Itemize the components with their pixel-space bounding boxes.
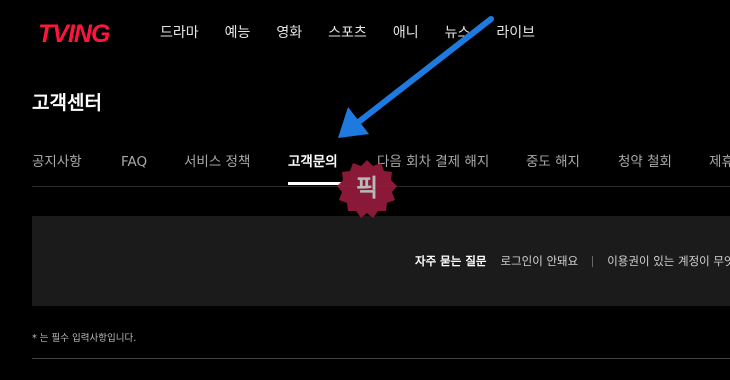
faq-panel: 자주 묻는 질문 로그인이 안돼요 이용권이 있는 계정이 무엇 bbox=[32, 216, 730, 306]
tab-midterm-cancel[interactable]: 중도 해지 bbox=[526, 152, 580, 172]
nav-item-sports[interactable]: 스포츠 bbox=[328, 23, 367, 43]
nav-item-live[interactable]: 라이브 bbox=[496, 23, 535, 43]
main-nav: 드라마 예능 영화 스포츠 애니 뉴스 라이브 bbox=[160, 23, 561, 43]
tab-inquiry[interactable]: 고객문의 bbox=[288, 152, 338, 172]
top-navigation-bar: TVING 드라마 예능 영화 스포츠 애니 뉴스 라이브 bbox=[0, 0, 730, 64]
watermark-badge: 픽 bbox=[336, 158, 398, 220]
page-title: 고객센터 bbox=[32, 92, 102, 114]
faq-label: 자주 묻는 질문 bbox=[415, 254, 487, 268]
form-divider bbox=[32, 358, 730, 359]
tving-logo[interactable]: TVING bbox=[38, 20, 110, 48]
nav-item-news[interactable]: 뉴스 bbox=[445, 23, 471, 43]
tab-subscription-withdrawal[interactable]: 청약 철회 bbox=[618, 152, 672, 172]
tab-partnership[interactable]: 제휴 bbox=[709, 152, 730, 172]
faq-link-subscription-account[interactable]: 이용권이 있는 계정이 무엇 bbox=[607, 253, 730, 269]
watermark-text: 픽 bbox=[355, 174, 379, 202]
tab-faq[interactable]: FAQ bbox=[121, 152, 147, 172]
nav-item-movie[interactable]: 영화 bbox=[276, 23, 302, 43]
tab-service-policy[interactable]: 서비스 정책 bbox=[184, 152, 250, 172]
nav-item-drama[interactable]: 드라마 bbox=[160, 23, 199, 43]
required-field-note: * 는 필수 입력사항입니다. bbox=[32, 333, 137, 344]
faq-link-login[interactable]: 로그인이 안돼요 bbox=[501, 253, 579, 269]
active-tab-indicator bbox=[288, 182, 341, 185]
nav-item-anime[interactable]: 애니 bbox=[393, 23, 419, 43]
tab-notices[interactable]: 공지사항 bbox=[32, 152, 82, 172]
faq-quick-links: 자주 묻는 질문 로그인이 안돼요 이용권이 있는 계정이 무엇 bbox=[415, 253, 730, 269]
faq-separator bbox=[592, 255, 594, 267]
nav-item-variety[interactable]: 예능 bbox=[225, 23, 251, 43]
